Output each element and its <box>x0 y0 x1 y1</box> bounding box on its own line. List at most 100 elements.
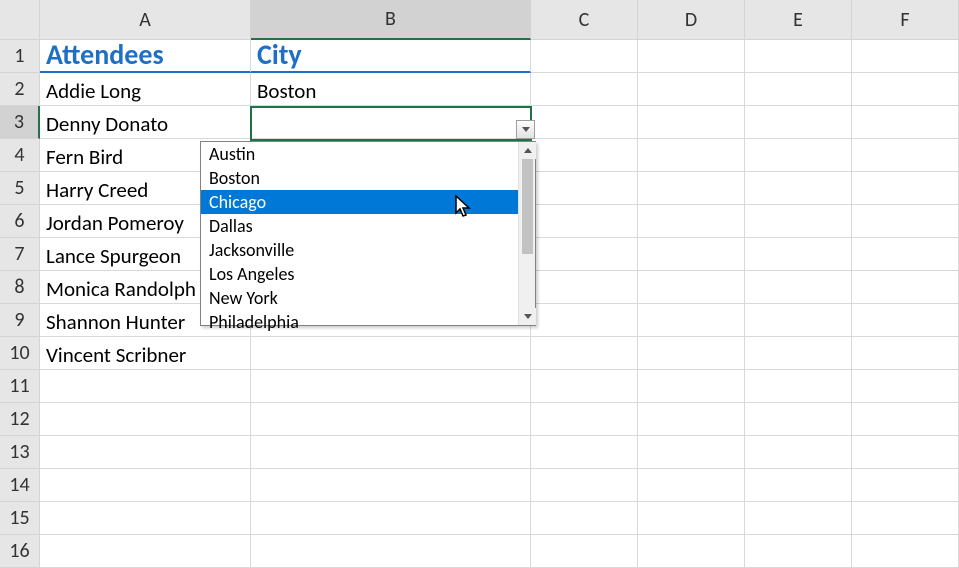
cell-E9[interactable] <box>745 304 852 337</box>
cell-E7[interactable] <box>745 238 852 271</box>
cell-C11[interactable] <box>531 370 638 403</box>
scroll-thumb[interactable] <box>522 159 533 254</box>
cell-D11[interactable] <box>638 370 745 403</box>
row-header-14[interactable]: 14 <box>0 469 40 502</box>
cell-D10[interactable] <box>638 337 745 370</box>
cell-D7[interactable] <box>638 238 745 271</box>
cell-F9[interactable] <box>852 304 959 337</box>
cell-B14[interactable] <box>251 469 531 502</box>
cell-E3[interactable] <box>745 106 852 139</box>
scroll-up-arrow[interactable] <box>519 142 536 159</box>
row-header-13[interactable]: 13 <box>0 436 40 469</box>
row-header-5[interactable]: 5 <box>0 172 40 205</box>
row-header-7[interactable]: 7 <box>0 238 40 271</box>
cell-E11[interactable] <box>745 370 852 403</box>
cell-E4[interactable] <box>745 139 852 172</box>
cell-F1[interactable] <box>852 40 959 73</box>
dropdown-item-jacksonville[interactable]: Jacksonville <box>201 238 535 262</box>
cell-C9[interactable] <box>531 304 638 337</box>
cell-C8[interactable] <box>531 271 638 304</box>
scroll-down-arrow[interactable] <box>519 308 536 325</box>
row-header-3[interactable]: 3 <box>0 106 40 139</box>
dropdown-item-losangeles[interactable]: Los Angeles <box>201 262 535 286</box>
cell-D5[interactable] <box>638 172 745 205</box>
row-header-8[interactable]: 8 <box>0 271 40 304</box>
cell-A11[interactable] <box>40 370 251 403</box>
cell-E10[interactable] <box>745 337 852 370</box>
cell-E15[interactable] <box>745 502 852 535</box>
cell-B11[interactable] <box>251 370 531 403</box>
cell-C10[interactable] <box>531 337 638 370</box>
cell-F5[interactable] <box>852 172 959 205</box>
col-header-E[interactable]: E <box>745 0 852 40</box>
cell-C4[interactable] <box>531 139 638 172</box>
cell-F13[interactable] <box>852 436 959 469</box>
cell-C6[interactable] <box>531 205 638 238</box>
cell-A10[interactable]: Vincent Scribner <box>40 337 251 370</box>
row-header-15[interactable]: 15 <box>0 502 40 535</box>
cell-D8[interactable] <box>638 271 745 304</box>
row-header-12[interactable]: 12 <box>0 403 40 436</box>
cell-E14[interactable] <box>745 469 852 502</box>
cell-D9[interactable] <box>638 304 745 337</box>
cell-E6[interactable] <box>745 205 852 238</box>
cell-D15[interactable] <box>638 502 745 535</box>
cell-B1[interactable]: City <box>251 40 531 73</box>
col-header-A[interactable]: A <box>40 0 251 40</box>
row-header-1[interactable]: 1 <box>0 40 40 73</box>
dropdown-item-boston[interactable]: Boston <box>201 166 535 190</box>
row-header-9[interactable]: 9 <box>0 304 40 337</box>
cell-B10[interactable] <box>251 337 531 370</box>
cell-F6[interactable] <box>852 205 959 238</box>
cell-F7[interactable] <box>852 238 959 271</box>
cell-C15[interactable] <box>531 502 638 535</box>
row-header-10[interactable]: 10 <box>0 337 40 370</box>
cell-C2[interactable] <box>531 73 638 106</box>
cell-F15[interactable] <box>852 502 959 535</box>
cell-A13[interactable] <box>40 436 251 469</box>
row-header-6[interactable]: 6 <box>0 205 40 238</box>
cell-A15[interactable] <box>40 502 251 535</box>
cell-F11[interactable] <box>852 370 959 403</box>
dropdown-scrollbar[interactable] <box>518 142 535 325</box>
cell-D2[interactable] <box>638 73 745 106</box>
cell-A1[interactable]: Attendees <box>40 40 251 73</box>
cell-A14[interactable] <box>40 469 251 502</box>
col-header-B[interactable]: B <box>251 0 531 40</box>
dropdown-item-dallas[interactable]: Dallas <box>201 214 535 238</box>
cell-A3[interactable]: Denny Donato <box>40 106 251 139</box>
dropdown-item-austin[interactable]: Austin <box>201 142 535 166</box>
cell-C7[interactable] <box>531 238 638 271</box>
cell-D14[interactable] <box>638 469 745 502</box>
cell-D6[interactable] <box>638 205 745 238</box>
cell-E12[interactable] <box>745 403 852 436</box>
cell-D12[interactable] <box>638 403 745 436</box>
cell-F8[interactable] <box>852 271 959 304</box>
cell-C13[interactable] <box>531 436 638 469</box>
select-all-corner[interactable] <box>0 0 40 40</box>
dropdown-item-chicago[interactable]: Chicago <box>201 190 535 214</box>
cell-E2[interactable] <box>745 73 852 106</box>
dropdown-item-philadelphia[interactable]: Philadelphia <box>201 310 535 334</box>
cell-C3[interactable] <box>531 106 638 139</box>
cell-F3[interactable] <box>852 106 959 139</box>
cell-D4[interactable] <box>638 139 745 172</box>
cell-C5[interactable] <box>531 172 638 205</box>
cell-D13[interactable] <box>638 436 745 469</box>
row-header-2[interactable]: 2 <box>0 73 40 106</box>
cell-E5[interactable] <box>745 172 852 205</box>
cell-E1[interactable] <box>745 40 852 73</box>
col-header-C[interactable]: C <box>531 0 638 40</box>
dropdown-item-newyork[interactable]: New York <box>201 286 535 310</box>
cell-E13[interactable] <box>745 436 852 469</box>
cell-D3[interactable] <box>638 106 745 139</box>
cell-B3[interactable] <box>251 106 531 139</box>
cell-C12[interactable] <box>531 403 638 436</box>
row-header-11[interactable]: 11 <box>0 370 40 403</box>
cell-A2[interactable]: Addie Long <box>40 73 251 106</box>
cell-E8[interactable] <box>745 271 852 304</box>
cell-F14[interactable] <box>852 469 959 502</box>
data-validation-dropdown-button[interactable] <box>516 120 535 139</box>
cell-A12[interactable] <box>40 403 251 436</box>
cell-F12[interactable] <box>852 403 959 436</box>
